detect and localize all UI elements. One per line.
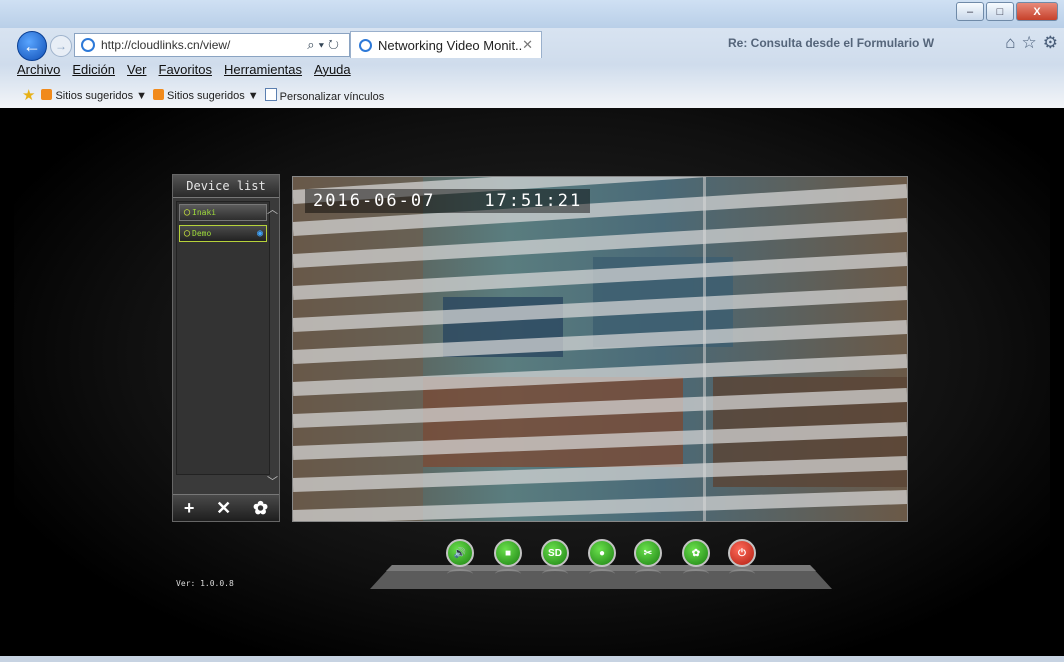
add-device-button[interactable]: + (184, 498, 195, 519)
close-button[interactable]: X (1016, 2, 1058, 21)
window-controls: – □ X (956, 2, 1058, 21)
suggested-sites-icon (41, 88, 53, 100)
gear-icon: ✿ (691, 547, 701, 559)
browser-bottom-frame (0, 656, 1064, 662)
stop-icon: ■ (504, 547, 512, 559)
device-list: ◯ Inaki ◯ Demo ◉ (176, 201, 270, 475)
menu-bar: Archivo Edición Ver Favoritos Herramient… (17, 62, 351, 77)
device-list-title: Device list (173, 175, 279, 198)
address-url[interactable]: http://cloudlinks.cn/view/ (101, 38, 307, 52)
menu-favoritos[interactable]: Favoritos (159, 62, 212, 77)
tab-active[interactable]: Networking Video Monit... ✕ (350, 31, 542, 58)
button-reflection (495, 569, 521, 579)
minimize-button[interactable]: – (956, 2, 984, 21)
chevron-down-icon[interactable]: ﹀ (267, 473, 278, 489)
device-list-scrollbar[interactable]: ︿ ﹀ (267, 201, 278, 491)
user-icon: ◯ (184, 228, 191, 239)
speaker-icon: 🔊 (453, 547, 467, 559)
osd-date: 2016-06-07 (313, 191, 436, 211)
button-reflection (589, 569, 615, 579)
device-item-inaki[interactable]: ◯ Inaki (179, 204, 267, 221)
delete-device-button[interactable]: ✕ (216, 498, 231, 519)
button-reflection (683, 569, 709, 579)
settings-button[interactable]: ✿ (682, 539, 710, 567)
chevron-up-icon[interactable]: ︿ (267, 201, 278, 217)
version-label: Ver: 1.0.0.8 (176, 579, 234, 588)
favorites-item-suggested-1[interactable]: Sitios sugeridos ▼ (41, 88, 147, 102)
video-timestamp-osd: 2016-06-07 17:51:21 (305, 189, 591, 213)
snapshot-button[interactable]: ✂ (634, 539, 662, 567)
button-reflection (542, 569, 568, 579)
menu-herramientas[interactable]: Herramientas (224, 62, 302, 77)
device-toolbar: + ✕ ✿ (173, 494, 279, 521)
speaker-button[interactable]: 🔊 (446, 539, 474, 567)
home-icon[interactable]: ⌂ (1005, 33, 1015, 53)
menu-ver[interactable]: Ver (127, 62, 147, 77)
button-reflection (729, 569, 755, 579)
tab-favicon-icon (359, 38, 372, 52)
menu-archivo[interactable]: Archivo (17, 62, 60, 77)
search-refresh-icons[interactable]: ⌕▾↻ (307, 37, 349, 53)
record-button[interactable]: ● (588, 539, 616, 567)
power-button[interactable]: ⏻ (728, 539, 756, 567)
sd-icon: SD (548, 547, 562, 559)
stop-button[interactable]: ■ (494, 539, 522, 567)
device-settings-button[interactable]: ✿ (253, 498, 268, 519)
user-icon: ◯ (184, 207, 191, 218)
tab-title: Networking Video Monit... (378, 37, 523, 53)
scissors-icon: ✂ (643, 547, 653, 559)
menu-edicion[interactable]: Edición (72, 62, 115, 77)
back-button[interactable]: ← (17, 31, 47, 61)
favorites-item-suggested-2[interactable]: Sitios sugeridos ▼ (153, 88, 259, 102)
video-feed[interactable]: 2016-06-07 17:51:21 (292, 176, 908, 522)
browser-right-icons: ⌂ ☆ ⚙ (1005, 33, 1058, 53)
sd-button[interactable]: SD (541, 539, 569, 567)
suggested-sites-icon (153, 88, 165, 100)
favorites-star-icon[interactable]: ☆ (1022, 33, 1037, 53)
maximize-button[interactable]: □ (986, 2, 1014, 21)
eye-icon: ◉ (256, 228, 263, 239)
osd-time: 17:51:21 (484, 191, 583, 211)
ie-favicon-icon (81, 38, 95, 52)
button-reflection (635, 569, 661, 579)
menu-ayuda[interactable]: Ayuda (314, 62, 351, 77)
button-reflection (447, 569, 473, 579)
tab-close-icon[interactable]: ✕ (522, 37, 541, 53)
title-strip: – □ X (0, 0, 1064, 28)
device-list-panel: Device list ◯ Inaki ◯ Demo ◉ ︿ ﹀ + ✕ ✿ (172, 174, 280, 522)
favorites-star-icon[interactable]: ★ (22, 86, 35, 104)
address-bar[interactable]: http://cloudlinks.cn/view/ ⌕▾↻ (74, 33, 350, 57)
device-item-demo[interactable]: ◯ Demo ◉ (179, 225, 267, 242)
forward-button[interactable]: → (50, 35, 72, 57)
favorites-bar: ★ Sitios sugeridos ▼ Sitios sugeridos ▼ … (22, 86, 384, 104)
favorites-item-customize-links[interactable]: Personalizar vínculos (264, 87, 384, 103)
camera-image (293, 177, 907, 521)
browser-chrome: – □ X ← → http://cloudlinks.cn/view/ ⌕▾↻… (0, 0, 1064, 108)
record-icon: ● (598, 547, 606, 559)
power-icon: ⏻ (738, 547, 746, 559)
page-icon (264, 87, 277, 101)
background-window-title: Re: Consulta desde el Formulario W (728, 36, 935, 50)
gear-icon[interactable]: ⚙ (1043, 33, 1058, 53)
